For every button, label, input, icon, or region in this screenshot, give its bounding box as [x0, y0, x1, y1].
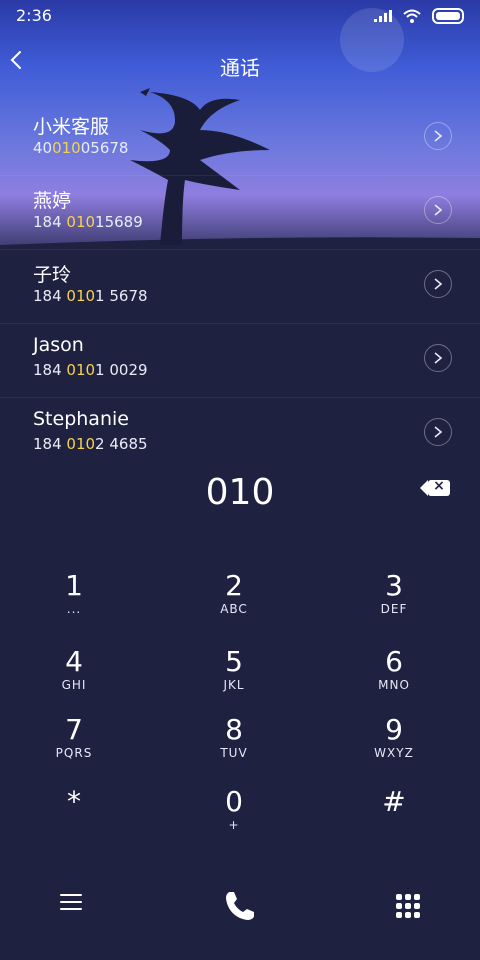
dial-keypad: 1 ... 2 ABC 3 DEF 4 GHI 5 JKL 6 MNO 7 PQ…: [0, 560, 480, 860]
contact-name: 子玲: [33, 264, 72, 286]
wifi-icon: [403, 9, 421, 23]
chevron-right-icon: [434, 204, 443, 216]
key-7[interactable]: 7 PQRS: [14, 714, 134, 776]
bottom-bar: [0, 878, 480, 938]
contact-details-button[interactable]: [424, 418, 452, 446]
chevron-right-icon: [434, 352, 443, 364]
contact-row[interactable]: Stephanie 184 0102 4685: [0, 397, 480, 471]
chevron-right-icon: [434, 278, 443, 290]
key-1[interactable]: 1 ...: [14, 570, 134, 632]
contact-row[interactable]: 燕婷 184 01015689: [0, 175, 480, 249]
contact-row[interactable]: 小米客服 4001005678: [0, 102, 480, 175]
contact-details-button[interactable]: [424, 270, 452, 298]
status-bar: 2:36: [0, 0, 480, 32]
key-0[interactable]: 0 +: [174, 786, 294, 848]
contact-number: 4001005678: [33, 139, 129, 157]
delete-button[interactable]: ×: [420, 478, 450, 496]
key-6[interactable]: 6 MNO: [334, 646, 454, 708]
contact-name: 燕婷: [33, 190, 72, 212]
backspace-icon: ×: [433, 478, 445, 494]
chevron-right-icon: [434, 130, 443, 142]
contact-details-button[interactable]: [424, 344, 452, 372]
header: 通话: [0, 44, 480, 84]
contact-number: 184 0101 0029: [33, 361, 148, 379]
contact-number: 184 0102 4685: [33, 435, 148, 453]
contact-suggestions: 小米客服 4001005678 燕婷 184 01015689 子玲 184 0…: [0, 102, 480, 471]
status-icons: [374, 8, 464, 24]
contact-number: 184 0101 5678: [33, 287, 148, 305]
contact-details-button[interactable]: [424, 122, 452, 150]
key-5[interactable]: 5 JKL: [174, 646, 294, 708]
contact-details-button[interactable]: [424, 196, 452, 224]
page-title: 通话: [220, 56, 260, 80]
contact-name: Stephanie: [33, 408, 129, 430]
phone-icon: [226, 892, 254, 920]
menu-icon[interactable]: [60, 894, 82, 912]
status-time: 2:36: [16, 6, 52, 25]
dialed-number[interactable]: 010: [0, 472, 480, 518]
signal-icon: [374, 10, 392, 22]
contact-row[interactable]: 子玲 184 0101 5678: [0, 249, 480, 323]
key-8[interactable]: 8 TUV: [174, 714, 294, 776]
key-4[interactable]: 4 GHI: [14, 646, 134, 708]
chevron-right-icon: [434, 426, 443, 438]
key-star[interactable]: *: [14, 786, 134, 848]
battery-icon: [432, 8, 464, 24]
key-9[interactable]: 9 WXYZ: [334, 714, 454, 776]
key-3[interactable]: 3 DEF: [334, 570, 454, 632]
keypad-icon[interactable]: [396, 894, 420, 918]
contact-name: 小米客服: [33, 116, 110, 138]
key-hash[interactable]: #: [334, 786, 454, 848]
call-button[interactable]: [222, 888, 258, 924]
contact-name: Jason: [33, 334, 84, 356]
contact-number: 184 01015689: [33, 213, 143, 231]
contact-row[interactable]: Jason 184 0101 0029: [0, 323, 480, 397]
key-2[interactable]: 2 ABC: [174, 570, 294, 632]
